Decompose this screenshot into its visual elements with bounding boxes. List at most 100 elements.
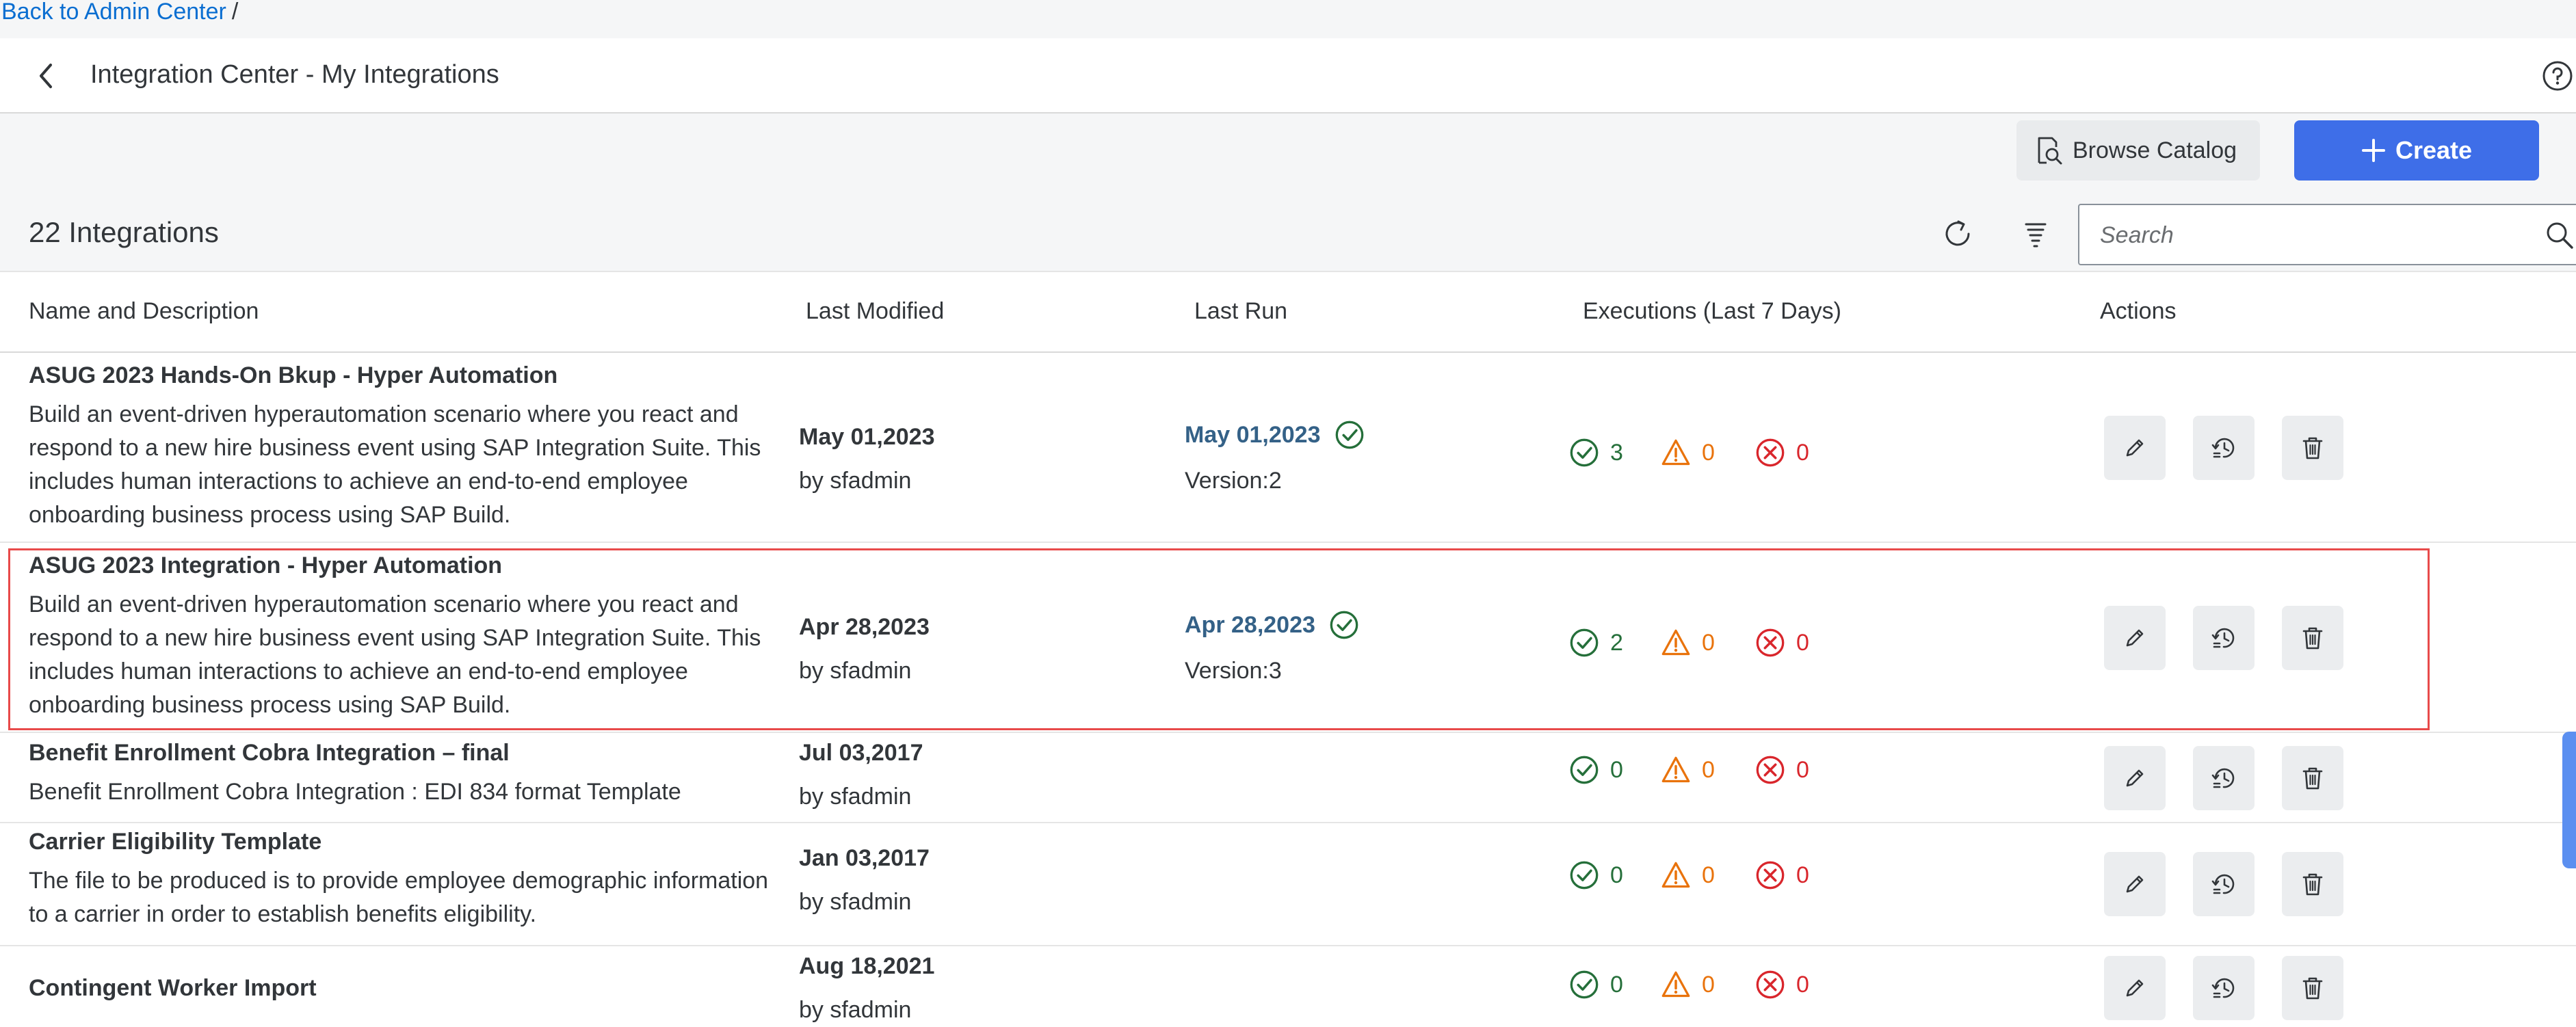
integration-name[interactable]: Contingent Worker Import <box>29 975 317 1002</box>
edit-button[interactable] <box>2104 746 2166 810</box>
run-history-button[interactable] <box>2193 956 2255 1020</box>
delete-icon <box>2299 764 2326 792</box>
back-button[interactable] <box>29 57 63 94</box>
last-modified-by: by sfadmin <box>799 997 912 1023</box>
edit-button[interactable] <box>2104 416 2166 480</box>
integration-description: The file to be produced is to provide em… <box>29 868 769 927</box>
integration-description: Build an event-driven hyperautomation sc… <box>29 401 761 528</box>
executions-error: 0 <box>1755 628 1809 658</box>
executions-error-count: 0 <box>1796 971 1809 998</box>
executions-warning-count: 0 <box>1702 756 1715 783</box>
edit-icon <box>2121 434 2148 462</box>
history-icon <box>2210 974 2237 1002</box>
check-circle-icon <box>1569 970 1599 1000</box>
last-run-date: May 01,2023 <box>1185 421 1321 448</box>
history-icon <box>2210 434 2237 462</box>
run-history-button[interactable] <box>2193 746 2255 810</box>
edit-button[interactable] <box>2104 956 2166 1020</box>
integration-name[interactable]: ASUG 2023 Integration - Hyper Automation <box>29 552 502 579</box>
error-circle-icon <box>1755 755 1785 785</box>
history-icon <box>2210 764 2237 792</box>
error-circle-icon <box>1755 970 1785 1000</box>
executions-success: 0 <box>1569 755 1623 785</box>
search-input[interactable] <box>2099 205 2512 265</box>
executions-error: 0 <box>1755 970 1809 1000</box>
run-history-button[interactable] <box>2193 606 2255 670</box>
integration-name[interactable]: Carrier Eligibility Template <box>29 829 321 855</box>
help-icon[interactable] <box>2542 60 2573 92</box>
error-circle-icon <box>1755 860 1785 890</box>
delete-button[interactable] <box>2282 852 2343 916</box>
check-circle-icon <box>1569 755 1599 785</box>
last-modified-by: by sfadmin <box>799 889 912 915</box>
executions-warning-count: 0 <box>1702 971 1715 998</box>
edit-button[interactable] <box>2104 606 2166 670</box>
search-field <box>2078 204 2576 265</box>
last-modified-by: by sfadmin <box>799 784 912 810</box>
table-row-highlighted[interactable]: ASUG 2023 Integration - Hyper Automation… <box>0 543 2576 733</box>
last-run-version: Version:3 <box>1185 658 1282 684</box>
refresh-icon[interactable] <box>1940 216 1975 252</box>
page-title: Integration Center - My Integrations <box>90 60 499 89</box>
executions-error-count: 0 <box>1796 629 1809 656</box>
executions-warning: 0 <box>1661 860 1715 890</box>
table-row[interactable]: Carrier Eligibility Template The file to… <box>0 823 2576 946</box>
last-modified-date: Jan 03,2017 <box>799 845 930 871</box>
executions-error-count: 0 <box>1796 756 1809 783</box>
column-header-last-run[interactable]: Last Run <box>1194 298 1287 325</box>
edit-icon <box>2121 974 2148 1002</box>
warning-icon <box>1661 628 1691 658</box>
back-to-admin-center-link[interactable]: Back to Admin Center <box>1 0 226 25</box>
integration-description: Benefit Enrollment Cobra Integration : E… <box>29 779 681 805</box>
executions-error: 0 <box>1755 438 1809 468</box>
last-run-link[interactable]: May 01,2023 <box>1185 420 1365 450</box>
delete-button[interactable] <box>2282 746 2343 810</box>
error-circle-icon <box>1755 438 1785 468</box>
table-row[interactable]: ASUG 2023 Hands-On Bkup - Hyper Automati… <box>0 353 2576 543</box>
last-run-version: Version:2 <box>1185 468 1282 494</box>
check-circle-icon <box>1329 610 1359 640</box>
run-history-button[interactable] <box>2193 852 2255 916</box>
executions-warning: 0 <box>1661 970 1715 1000</box>
table-row[interactable]: Contingent Worker Import Aug 18,2021 by … <box>0 946 2576 1027</box>
last-modified-by: by sfadmin <box>799 658 912 684</box>
run-history-button[interactable] <box>2193 416 2255 480</box>
browse-catalog-button[interactable]: Browse Catalog <box>2016 120 2260 181</box>
column-header-name[interactable]: Name and Description <box>29 298 259 325</box>
edit-icon <box>2121 624 2148 652</box>
breadcrumb: Back to Admin Center / <box>1 0 238 38</box>
check-circle-icon <box>1569 628 1599 658</box>
column-header-executions[interactable]: Executions (Last 7 Days) <box>1583 298 1841 325</box>
delete-icon <box>2299 624 2326 652</box>
delete-button[interactable] <box>2282 606 2343 670</box>
warning-icon <box>1661 970 1691 1000</box>
integration-name[interactable]: Benefit Enrollment Cobra Integration – f… <box>29 740 510 766</box>
check-circle-icon <box>1335 420 1365 450</box>
integration-name[interactable]: ASUG 2023 Hands-On Bkup - Hyper Automati… <box>29 362 557 389</box>
executions-success-count: 3 <box>1610 439 1623 466</box>
catalog-icon <box>2038 137 2062 165</box>
executions-error-count: 0 <box>1796 439 1809 466</box>
search-icon[interactable] <box>2545 220 2575 250</box>
edit-icon <box>2121 764 2148 792</box>
executions-success-count: 0 <box>1610 756 1623 783</box>
column-header-last-modified[interactable]: Last Modified <box>806 298 944 325</box>
last-run-link[interactable]: Apr 28,2023 <box>1185 610 1359 640</box>
create-button[interactable]: Create <box>2294 120 2539 181</box>
executions-success: 0 <box>1569 860 1623 890</box>
table-row[interactable]: Benefit Enrollment Cobra Integration – f… <box>0 733 2576 823</box>
error-circle-icon <box>1755 628 1785 658</box>
last-modified-date: May 01,2023 <box>799 424 935 450</box>
history-icon <box>2210 624 2237 652</box>
executions-warning-count: 0 <box>1702 439 1715 466</box>
delete-button[interactable] <box>2282 956 2343 1020</box>
create-label: Create <box>2395 136 2473 164</box>
executions-warning-count: 0 <box>1702 629 1715 656</box>
delete-button[interactable] <box>2282 416 2343 480</box>
edit-button[interactable] <box>2104 852 2166 916</box>
executions-warning: 0 <box>1661 628 1715 658</box>
executions-error-count: 0 <box>1796 862 1809 888</box>
sort-icon[interactable] <box>2018 216 2053 252</box>
scrollbar-thumb[interactable] <box>2562 732 2576 868</box>
executions-warning: 0 <box>1661 438 1715 468</box>
